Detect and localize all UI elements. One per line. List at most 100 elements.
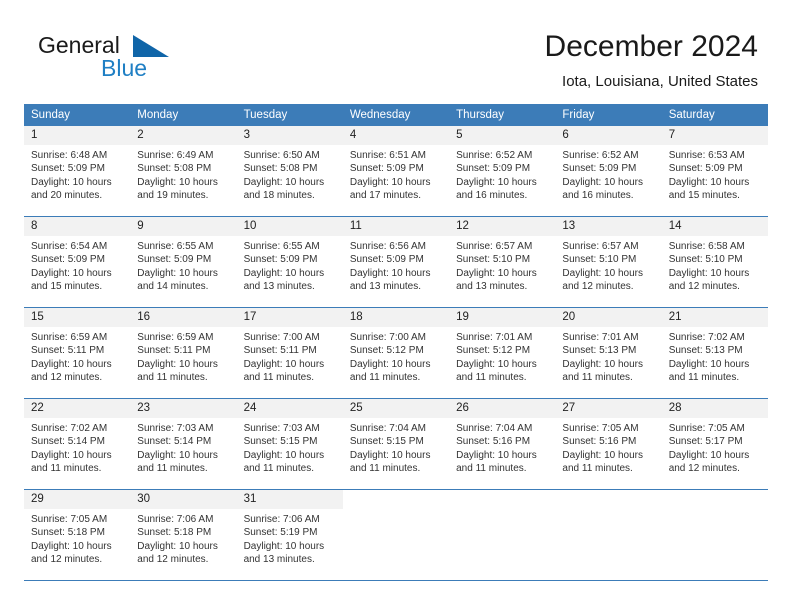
- calendar-day-cell[interactable]: 10 Sunrise: 6:55 AM Sunset: 5:09 PM Dayligh…: [236, 216, 343, 308]
- day-number: 17: [236, 308, 343, 327]
- day-detail-sunset: Sunset: 5:12 PM: [349, 345, 424, 357]
- calendar-cell-empty: [661, 489, 768, 581]
- day-cell-inner: 31 Sunrise: 7:06 AM Sunset: 5:19 PM Dayligh…: [236, 490, 343, 580]
- day-details: Sunrise: 7:05 AM Sunset: 5:17 PM Daylight:…: [662, 418, 768, 476]
- day-detail-sunrise: Sunrise: 6:50 AM: [243, 150, 320, 161]
- day-detail-daylight2: and 17 minutes.: [349, 190, 422, 202]
- calendar-day-cell[interactable]: 16 Sunrise: 6:59 AM Sunset: 5:11 PM Dayligh…: [130, 307, 237, 399]
- day-details: Sunrise: 6:57 AM Sunset: 5:10 PM Daylight:…: [449, 236, 555, 294]
- calendar-day-cell[interactable]: 19 Sunrise: 7:01 AM Sunset: 5:12 PM Dayligh…: [449, 307, 556, 399]
- calendar-day-cell[interactable]: 24 Sunrise: 7:03 AM Sunset: 5:15 PM Dayligh…: [236, 398, 343, 490]
- weekday-header-friday: Friday: [555, 104, 662, 126]
- day-number: 24: [236, 399, 343, 418]
- day-detail-daylight2: and 11 minutes.: [137, 372, 208, 384]
- day-detail-daylight1: Daylight: 10 hours: [243, 267, 325, 279]
- calendar-day-cell[interactable]: 4 Sunrise: 6:51 AM Sunset: 5:09 PM Daylight…: [342, 126, 450, 217]
- day-detail-sunset: Sunset: 5:09 PM: [456, 163, 531, 175]
- day-number: 10: [236, 217, 343, 236]
- calendar-day-cell[interactable]: 17 Sunrise: 7:00 AM Sunset: 5:11 PM Dayligh…: [236, 307, 343, 399]
- day-detail-sunrise: Sunrise: 7:04 AM: [349, 423, 426, 434]
- day-detail-daylight2: and 13 minutes.: [349, 281, 422, 293]
- day-details: Sunrise: 6:55 AM Sunset: 5:09 PM Daylight:…: [237, 236, 343, 294]
- day-detail-daylight2: and 16 minutes.: [456, 190, 528, 202]
- day-detail-daylight1: Daylight: 10 hours: [562, 176, 644, 188]
- calendar-day-cell[interactable]: 9 Sunrise: 6:55 AM Sunset: 5:09 PM Daylight…: [130, 216, 237, 308]
- day-number: 6: [555, 126, 662, 145]
- calendar-day-cell[interactable]: 7 Sunrise: 6:53 AM Sunset: 5:09 PM Daylight…: [661, 126, 768, 217]
- calendar-day-cell[interactable]: 28 Sunrise: 7:05 AM Sunset: 5:17 PM Dayligh…: [661, 398, 768, 490]
- brand-triangle-icon: [133, 35, 169, 57]
- day-detail-daylight1: Daylight: 10 hours: [349, 358, 431, 370]
- calendar-day-cell[interactable]: 31 Sunrise: 7:06 AM Sunset: 5:19 PM Dayligh…: [236, 489, 343, 581]
- calendar-day-cell[interactable]: 5 Sunrise: 6:52 AM Sunset: 5:09 PM Daylight…: [449, 126, 556, 217]
- day-cell-inner: 28 Sunrise: 7:05 AM Sunset: 5:17 PM Dayligh…: [661, 399, 768, 489]
- day-detail-daylight1: Daylight: 10 hours: [562, 358, 644, 370]
- day-cell-inner: 2 Sunrise: 6:49 AM Sunset: 5:08 PM Daylight…: [130, 126, 237, 216]
- day-detail-daylight1: Daylight: 10 hours: [668, 176, 750, 188]
- day-cell-inner: 8 Sunrise: 6:54 AM Sunset: 5:09 PM Daylight…: [24, 217, 131, 307]
- calendar-day-cell[interactable]: 26 Sunrise: 7:04 AM Sunset: 5:16 PM Dayligh…: [449, 398, 556, 490]
- day-details: Sunrise: 7:05 AM Sunset: 5:16 PM Daylight:…: [555, 418, 661, 476]
- day-detail-daylight1: Daylight: 10 hours: [137, 176, 218, 188]
- day-cell-inner: [662, 490, 768, 580]
- day-number: 25: [342, 399, 450, 418]
- day-cell-inner: 12 Sunrise: 6:57 AM Sunset: 5:10 PM Dayligh…: [449, 217, 556, 307]
- calendar-day-cell[interactable]: 13 Sunrise: 6:57 AM Sunset: 5:10 PM Dayligh…: [555, 216, 662, 308]
- calendar-day-cell[interactable]: 12 Sunrise: 6:57 AM Sunset: 5:10 PM Dayligh…: [449, 216, 556, 308]
- day-number: 15: [24, 308, 131, 327]
- day-cell-inner: [555, 490, 661, 580]
- calendar-day-cell[interactable]: 20 Sunrise: 7:01 AM Sunset: 5:13 PM Dayligh…: [555, 307, 662, 399]
- calendar-day-cell[interactable]: 25 Sunrise: 7:04 AM Sunset: 5:15 PM Dayligh…: [342, 398, 450, 490]
- day-detail-daylight1: Daylight: 10 hours: [137, 267, 218, 279]
- calendar-day-cell[interactable]: 14 Sunrise: 6:58 AM Sunset: 5:10 PM Dayligh…: [661, 216, 768, 308]
- calendar-day-cell[interactable]: 23 Sunrise: 7:03 AM Sunset: 5:14 PM Dayligh…: [130, 398, 237, 490]
- calendar-day-cell[interactable]: 3 Sunrise: 6:50 AM Sunset: 5:08 PM Daylight…: [236, 126, 343, 217]
- weekday-header-wednesday: Wednesday: [342, 104, 450, 126]
- day-detail-daylight1: Daylight: 10 hours: [349, 267, 431, 279]
- day-cell-inner: 25 Sunrise: 7:04 AM Sunset: 5:15 PM Dayligh…: [342, 399, 450, 489]
- calendar-day-cell[interactable]: 2 Sunrise: 6:49 AM Sunset: 5:08 PM Daylight…: [130, 126, 237, 217]
- calendar-day-cell[interactable]: 11 Sunrise: 6:56 AM Sunset: 5:09 PM Dayligh…: [342, 216, 450, 308]
- day-detail-daylight1: Daylight: 10 hours: [562, 267, 644, 279]
- day-detail-sunrise: Sunrise: 7:05 AM: [31, 514, 108, 525]
- day-detail-daylight2: and 11 minutes.: [243, 463, 314, 475]
- day-number: 1: [24, 126, 131, 145]
- day-detail-sunset: Sunset: 5:16 PM: [456, 436, 531, 448]
- weekday-header-monday: Monday: [130, 104, 237, 126]
- day-detail-sunrise: Sunrise: 7:00 AM: [243, 332, 320, 343]
- day-details: Sunrise: 7:00 AM Sunset: 5:12 PM Daylight:…: [343, 327, 449, 385]
- calendar-day-cell[interactable]: 21 Sunrise: 7:02 AM Sunset: 5:13 PM Dayligh…: [661, 307, 768, 399]
- calendar-day-cell[interactable]: 1 Sunrise: 6:48 AM Sunset: 5:09 PM Daylight…: [24, 126, 131, 217]
- page-header: General Blue December 2024 Iota, Louisia…: [24, 28, 768, 98]
- calendar-day-cell[interactable]: 15 Sunrise: 6:59 AM Sunset: 5:11 PM Dayligh…: [24, 307, 131, 399]
- calendar-day-cell[interactable]: 27 Sunrise: 7:05 AM Sunset: 5:16 PM Dayligh…: [555, 398, 662, 490]
- day-cell-inner: 22 Sunrise: 7:02 AM Sunset: 5:14 PM Dayligh…: [24, 399, 131, 489]
- calendar-day-cell[interactable]: 29 Sunrise: 7:05 AM Sunset: 5:18 PM Dayligh…: [24, 489, 131, 581]
- day-detail-daylight1: Daylight: 10 hours: [31, 176, 112, 188]
- day-cell-inner: 17 Sunrise: 7:00 AM Sunset: 5:11 PM Dayligh…: [236, 308, 343, 398]
- calendar-day-cell[interactable]: 30 Sunrise: 7:06 AM Sunset: 5:18 PM Dayligh…: [130, 489, 237, 581]
- calendar-day-cell[interactable]: 6 Sunrise: 6:52 AM Sunset: 5:09 PM Daylight…: [555, 126, 662, 217]
- day-detail-daylight2: and 15 minutes.: [668, 190, 740, 202]
- calendar-day-cell[interactable]: 8 Sunrise: 6:54 AM Sunset: 5:09 PM Daylight…: [24, 216, 131, 308]
- day-detail-daylight1: Daylight: 10 hours: [243, 176, 325, 188]
- day-detail-sunrise: Sunrise: 7:03 AM: [243, 423, 320, 434]
- day-detail-sunset: Sunset: 5:11 PM: [243, 345, 317, 357]
- day-cell-inner: 19 Sunrise: 7:01 AM Sunset: 5:12 PM Dayligh…: [449, 308, 556, 398]
- day-detail-daylight2: and 11 minutes.: [31, 463, 102, 475]
- day-detail-sunset: Sunset: 5:08 PM: [243, 163, 318, 175]
- day-detail-daylight1: Daylight: 10 hours: [349, 176, 431, 188]
- day-number: 18: [342, 308, 450, 327]
- day-cell-inner: 6 Sunrise: 6:52 AM Sunset: 5:09 PM Daylight…: [555, 126, 662, 216]
- day-detail-daylight2: and 18 minutes.: [243, 190, 315, 202]
- day-cell-inner: 15 Sunrise: 6:59 AM Sunset: 5:11 PM Dayligh…: [24, 308, 131, 398]
- day-detail-sunset: Sunset: 5:09 PM: [562, 163, 637, 175]
- day-detail-sunset: Sunset: 5:15 PM: [349, 436, 424, 448]
- day-detail-sunset: Sunset: 5:14 PM: [137, 436, 212, 448]
- calendar-day-cell[interactable]: 22 Sunrise: 7:02 AM Sunset: 5:14 PM Dayligh…: [24, 398, 131, 490]
- day-detail-daylight1: Daylight: 10 hours: [562, 449, 644, 461]
- calendar-day-cell[interactable]: 18 Sunrise: 7:00 AM Sunset: 5:12 PM Dayligh…: [342, 307, 450, 399]
- brand-logo[interactable]: General Blue: [38, 32, 218, 88]
- brand-name-blue: Blue: [101, 55, 148, 81]
- day-number: 8: [24, 217, 131, 236]
